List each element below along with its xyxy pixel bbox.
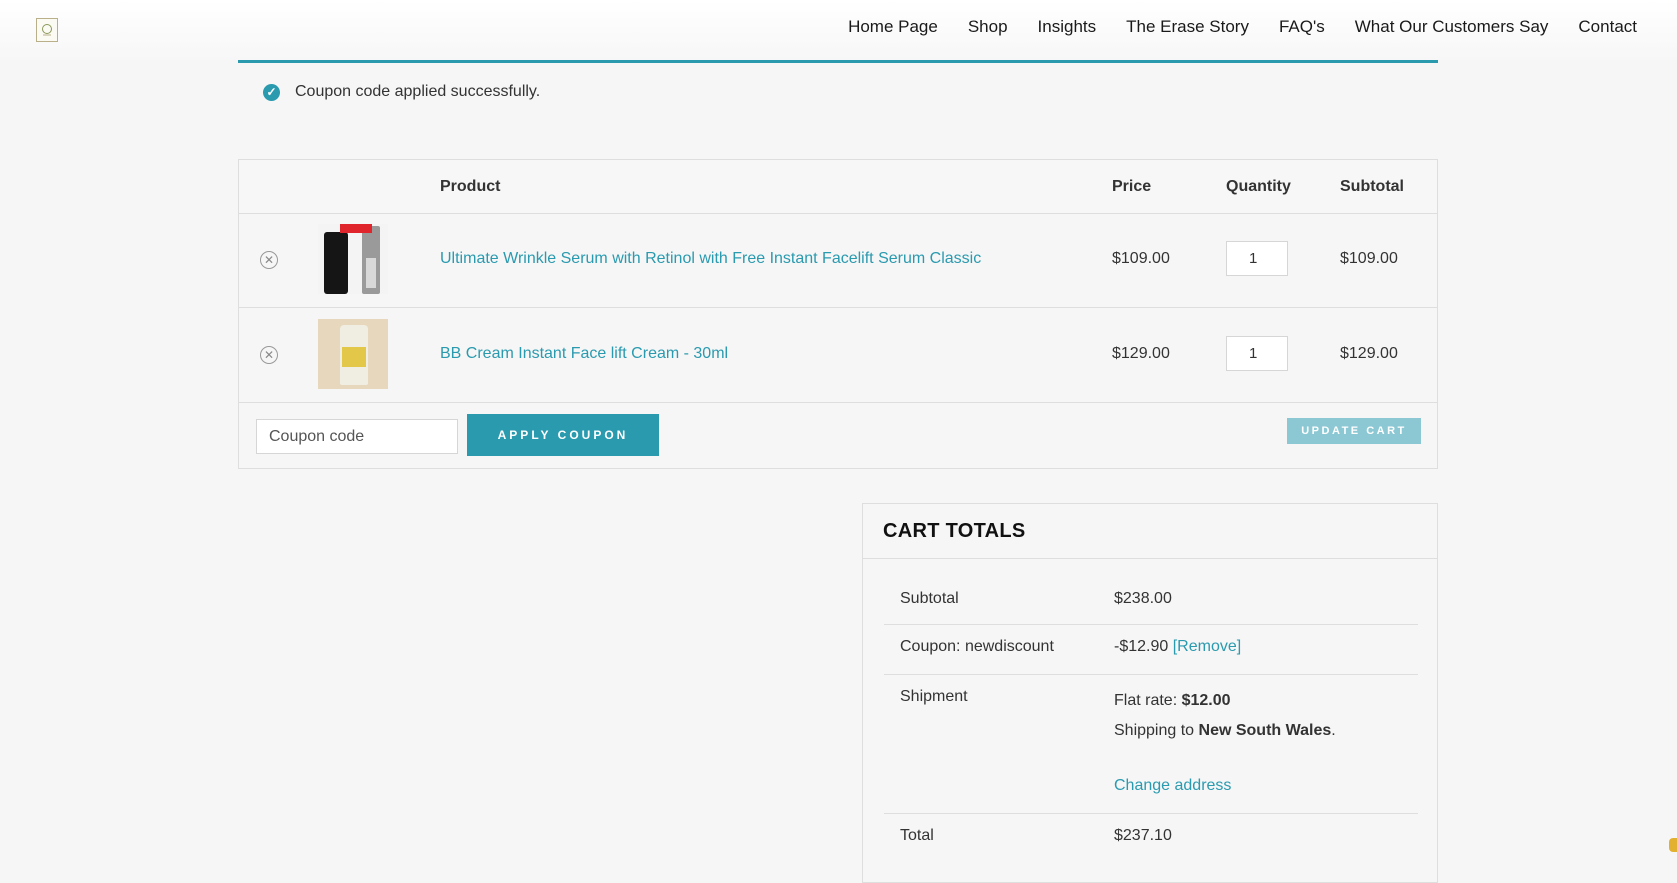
totals-coupon-row: Coupon: newdiscount -$12.90 [Remove] — [884, 624, 1418, 675]
shipping-destination: Shipping to New South Wales. — [1114, 722, 1336, 739]
product-price: $129.00 — [1112, 345, 1170, 362]
shipment-label: Shipment — [900, 688, 968, 705]
nav-contact[interactable]: Contact — [1578, 17, 1637, 37]
product-thumbnail[interactable] — [318, 224, 388, 294]
flat-rate-value: $12.00 — [1181, 692, 1231, 709]
total-value: $237.10 — [1114, 827, 1172, 844]
product-subtotal: $129.00 — [1340, 345, 1398, 362]
nav-shop[interactable]: Shop — [968, 17, 1008, 37]
update-cart-button[interactable]: UPDATE CART — [1287, 418, 1421, 444]
main-nav: Home Page Shop Insights The Erase Story … — [848, 17, 1637, 37]
totals-total-row: Total $237.10 — [884, 813, 1418, 863]
site-header: Home Page Shop Insights The Erase Story … — [0, 0, 1677, 60]
total-label: Total — [900, 827, 934, 844]
site-logo[interactable] — [36, 18, 58, 42]
coupon-label: Coupon: newdiscount — [900, 638, 1054, 655]
header-product: Product — [440, 178, 501, 195]
cart-table: Product Price Quantity Subtotal ✕ Ultima… — [238, 159, 1438, 469]
product-thumbnail[interactable] — [318, 319, 388, 389]
nav-erase-story[interactable]: The Erase Story — [1126, 17, 1249, 37]
nav-customers-say[interactable]: What Our Customers Say — [1355, 17, 1549, 37]
product-subtotal: $109.00 — [1340, 250, 1398, 267]
cart-row: ✕ BB Cream Instant Face lift Cream - 30m… — [239, 308, 1437, 403]
check-circle-icon: ✓ — [263, 83, 280, 101]
notice-accent-line — [238, 60, 1438, 63]
subtotal-label: Subtotal — [900, 590, 959, 607]
coupon-code-input[interactable] — [256, 419, 458, 454]
quantity-input[interactable] — [1226, 241, 1288, 276]
nav-faqs[interactable]: FAQ's — [1279, 17, 1325, 37]
nav-insights[interactable]: Insights — [1038, 17, 1097, 37]
quantity-input[interactable] — [1226, 336, 1288, 371]
cart-table-header: Product Price Quantity Subtotal — [239, 160, 1437, 214]
totals-subtotal-row: Subtotal $238.00 — [884, 579, 1418, 625]
subtotal-value: $238.00 — [1114, 590, 1172, 607]
cart-row: ✕ Ultimate Wrinkle Serum with Retinol wi… — [239, 213, 1437, 308]
coupon-success-notice: ✓ Coupon code applied successfully. — [263, 83, 540, 101]
remove-item-icon[interactable]: ✕ — [260, 346, 278, 364]
coupon-value-wrap: -$12.90 [Remove] — [1114, 638, 1241, 656]
shipping-region: New South Wales — [1198, 722, 1332, 739]
product-name-link[interactable]: Ultimate Wrinkle Serum with Retinol with… — [440, 250, 981, 268]
notice-text: Coupon code applied successfully. — [295, 83, 541, 100]
product-name-link[interactable]: BB Cream Instant Face lift Cream - 30ml — [440, 345, 728, 363]
cart-totals-title: CART TOTALS — [863, 504, 1437, 559]
flat-rate-label: Flat rate: — [1114, 692, 1178, 709]
header-quantity: Quantity — [1226, 178, 1291, 195]
chat-widget-tab[interactable] — [1669, 838, 1677, 852]
totals-shipment-row: Shipment Flat rate: $12.00 Shipping to N… — [884, 674, 1418, 814]
logo-icon — [42, 24, 52, 36]
cart-totals: CART TOTALS Subtotal $238.00 Coupon: new… — [862, 503, 1438, 883]
header-price: Price — [1112, 178, 1152, 195]
flat-rate: Flat rate: $12.00 — [1114, 692, 1231, 710]
product-price: $109.00 — [1112, 250, 1170, 267]
shipping-to-label: Shipping to — [1114, 722, 1195, 739]
coupon-value: -$12.90 — [1114, 638, 1169, 655]
apply-coupon-button[interactable]: APPLY COUPON — [467, 414, 659, 456]
header-subtotal: Subtotal — [1340, 178, 1404, 195]
remove-coupon-link[interactable]: [Remove] — [1173, 638, 1241, 655]
remove-item-icon[interactable]: ✕ — [260, 251, 278, 269]
change-address-link[interactable]: Change address — [1114, 777, 1231, 795]
nav-home-page[interactable]: Home Page — [848, 17, 938, 37]
